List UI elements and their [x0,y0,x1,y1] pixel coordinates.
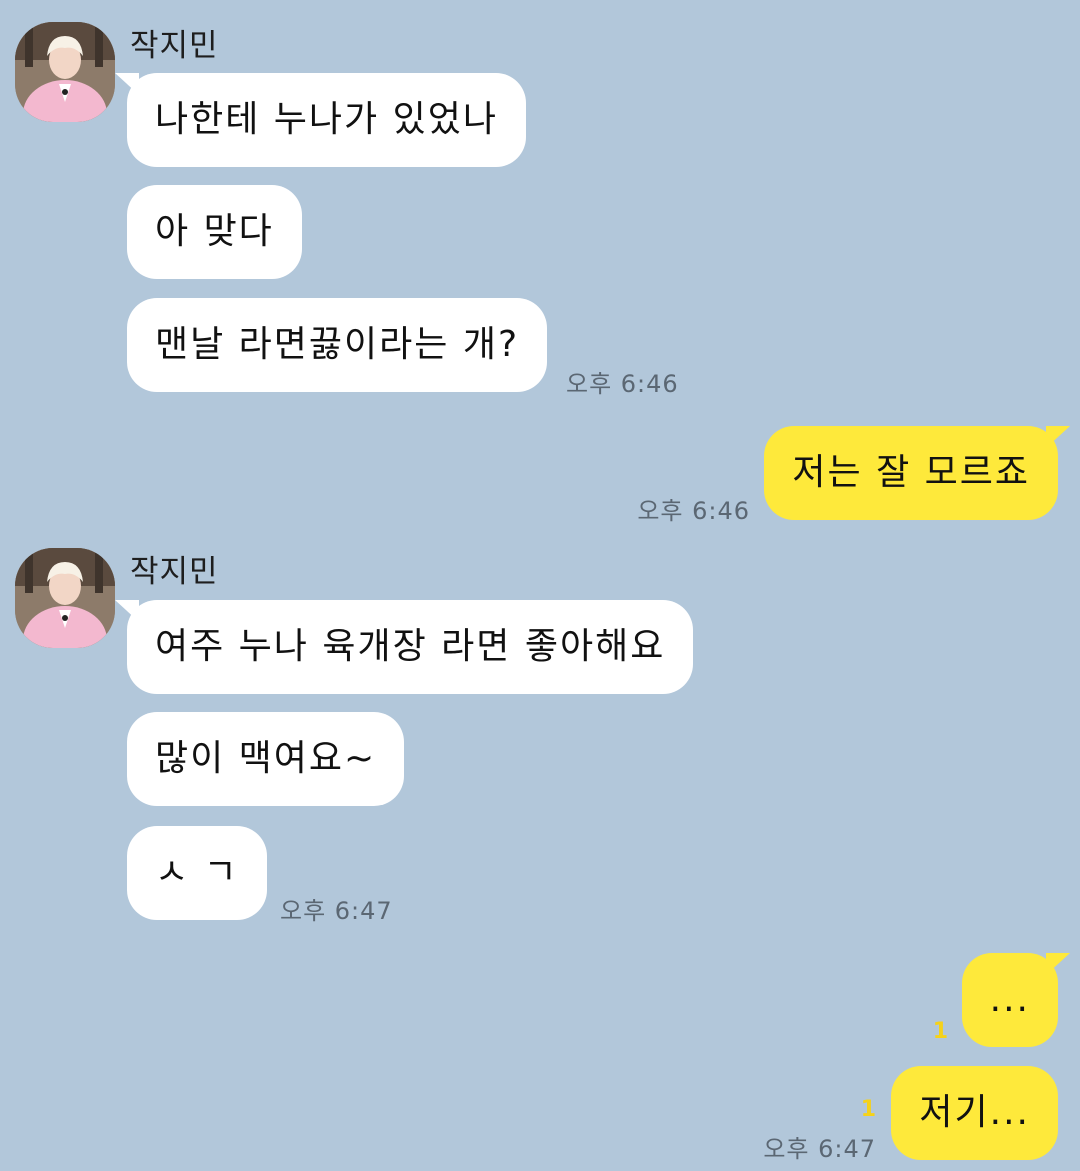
incoming-message[interactable]: ㅅ ㄱ [127,826,267,920]
unread-count: 1 [860,1097,876,1122]
incoming-message[interactable]: 여주 누나 육개장 라면 좋아해요 [114,600,694,694]
message-time: 오후 6:47 [280,897,393,925]
outgoing-message[interactable]: 저는 잘 모르죠 [764,426,1070,520]
outgoing-message[interactable]: ... [961,953,1071,1047]
incoming-message[interactable]: 많이 맥여요~ [127,712,405,806]
incoming-message[interactable]: 맨날 라면끓이라는 개? [127,298,548,392]
sender-name: 작지민 [130,28,219,64]
chat-area[interactable]: 작지민 나한테 누나가 있었나 아 맞다 맨날 라면끓이라는 개? 오후 6:4… [0,0,1080,1171]
profile-avatar[interactable] [15,22,115,122]
avatar-image [15,22,115,122]
avatar-image [15,548,115,648]
incoming-message[interactable]: 아 맞다 [127,185,302,279]
outgoing-message[interactable]: 저기... [891,1066,1058,1160]
unread-count: 1 [932,1019,948,1044]
message-time: 오후 6:47 [763,1135,876,1163]
sender-name: 작지민 [130,554,219,590]
message-time: 오후 6:46 [566,370,679,398]
profile-avatar[interactable] [15,548,115,648]
message-time: 오후 6:46 [637,497,750,525]
incoming-message[interactable]: 나한테 누나가 있었나 [115,73,526,167]
